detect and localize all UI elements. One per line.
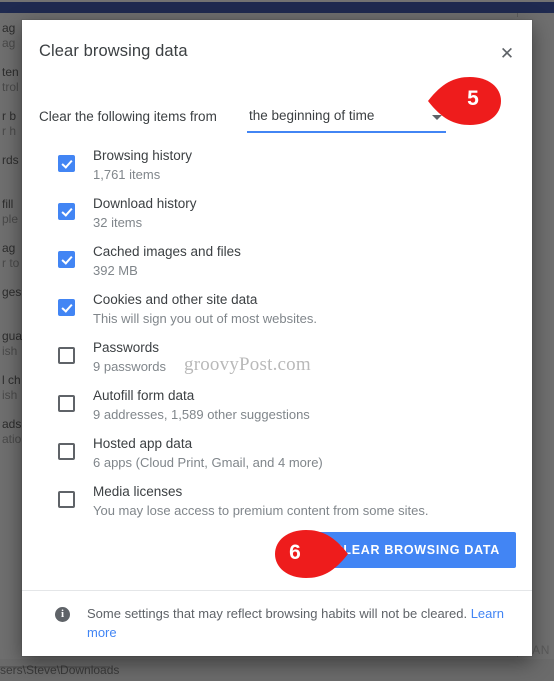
timeframe-label: Clear the following items from xyxy=(39,109,217,124)
footer-divider xyxy=(22,590,532,591)
checkbox-checked-icon[interactable] xyxy=(58,251,75,268)
checklist-item[interactable]: Media licenses You may lose access to pre… xyxy=(39,478,509,526)
statusbar-download-path: sers\Steve\Downloads xyxy=(0,663,120,677)
close-icon[interactable]: ✕ xyxy=(494,41,520,67)
checklist-item-label: Media licenses xyxy=(93,484,183,499)
window-titlebar xyxy=(0,2,554,13)
checklist-item-label: Autofill form data xyxy=(93,388,195,403)
background-statusbar: sers\Steve\Downloads xyxy=(0,659,554,681)
clear-browsing-data-button[interactable]: CLEAR BROWSING DATA xyxy=(317,532,516,568)
checkbox-checked-icon[interactable] xyxy=(58,203,75,220)
checklist-item-label: Cached images and files xyxy=(93,244,241,259)
checklist-item[interactable]: Cookies and other site data This will sig… xyxy=(39,286,509,334)
timeframe-select[interactable]: the beginning of time xyxy=(247,106,446,133)
checkbox-checked-icon[interactable] xyxy=(58,155,75,172)
timeframe-row: Clear the following items from the begin… xyxy=(39,106,509,133)
footer-note: Some settings that may reflect browsing … xyxy=(87,604,512,642)
checklist-item[interactable]: Hosted app data 6 apps (Cloud Print, Gmai… xyxy=(39,430,509,478)
checklist-item-detail: This will sign you out of most websites. xyxy=(93,311,317,326)
chevron-down-icon xyxy=(432,115,442,120)
data-types-checklist: Browsing history 1,761 items Download hist… xyxy=(39,142,509,526)
checklist-item-label: Passwords xyxy=(93,340,160,355)
dialog-actions: CANCEL CLEAR BROWSING DATA xyxy=(216,532,516,568)
footer-note-text: Some settings that may reflect browsing … xyxy=(87,606,471,621)
checkbox-unchecked-icon[interactable] xyxy=(58,491,75,508)
checklist-item-detail: 392 MB xyxy=(93,263,138,278)
checklist-item-detail: 6 apps (Cloud Print, Gmail, and 4 more) xyxy=(93,455,323,470)
checkbox-unchecked-icon[interactable] xyxy=(58,395,75,412)
checkbox-unchecked-icon[interactable] xyxy=(58,347,75,364)
checklist-item-detail: 1,761 items xyxy=(93,167,161,182)
dialog-title: Clear browsing data xyxy=(39,42,188,60)
checklist-item[interactable]: Passwords 9 passwords xyxy=(39,334,509,382)
checklist-item[interactable]: Autofill form data 9 addresses, 1,589 oth… xyxy=(39,382,509,430)
clear-browsing-data-dialog: Clear browsing data ✕ Clear the followin… xyxy=(22,20,532,656)
info-icon: i xyxy=(55,607,70,622)
checklist-item-detail: 9 passwords xyxy=(93,359,166,374)
checklist-item[interactable]: Download history 32 items xyxy=(39,190,509,238)
checklist-item[interactable]: Cached images and files 392 MB xyxy=(39,238,509,286)
checklist-item-detail: You may lose access to premium content f… xyxy=(93,503,429,518)
checklist-item-label: Cookies and other site data xyxy=(93,292,258,307)
checklist-item-label: Download history xyxy=(93,196,197,211)
checkbox-checked-icon[interactable] xyxy=(58,299,75,316)
timeframe-selected-value: the beginning of time xyxy=(249,108,375,123)
checkbox-unchecked-icon[interactable] xyxy=(58,443,75,460)
checklist-item-detail: 32 items xyxy=(93,215,143,230)
dialog-footer: i Some settings that may reflect browsin… xyxy=(39,604,515,654)
checklist-item[interactable]: Browsing history 1,761 items xyxy=(39,142,509,190)
checklist-item-detail: 9 addresses, 1,589 other suggestions xyxy=(93,407,310,422)
checklist-item-label: Hosted app data xyxy=(93,436,193,451)
checklist-item-label: Browsing history xyxy=(93,148,193,163)
